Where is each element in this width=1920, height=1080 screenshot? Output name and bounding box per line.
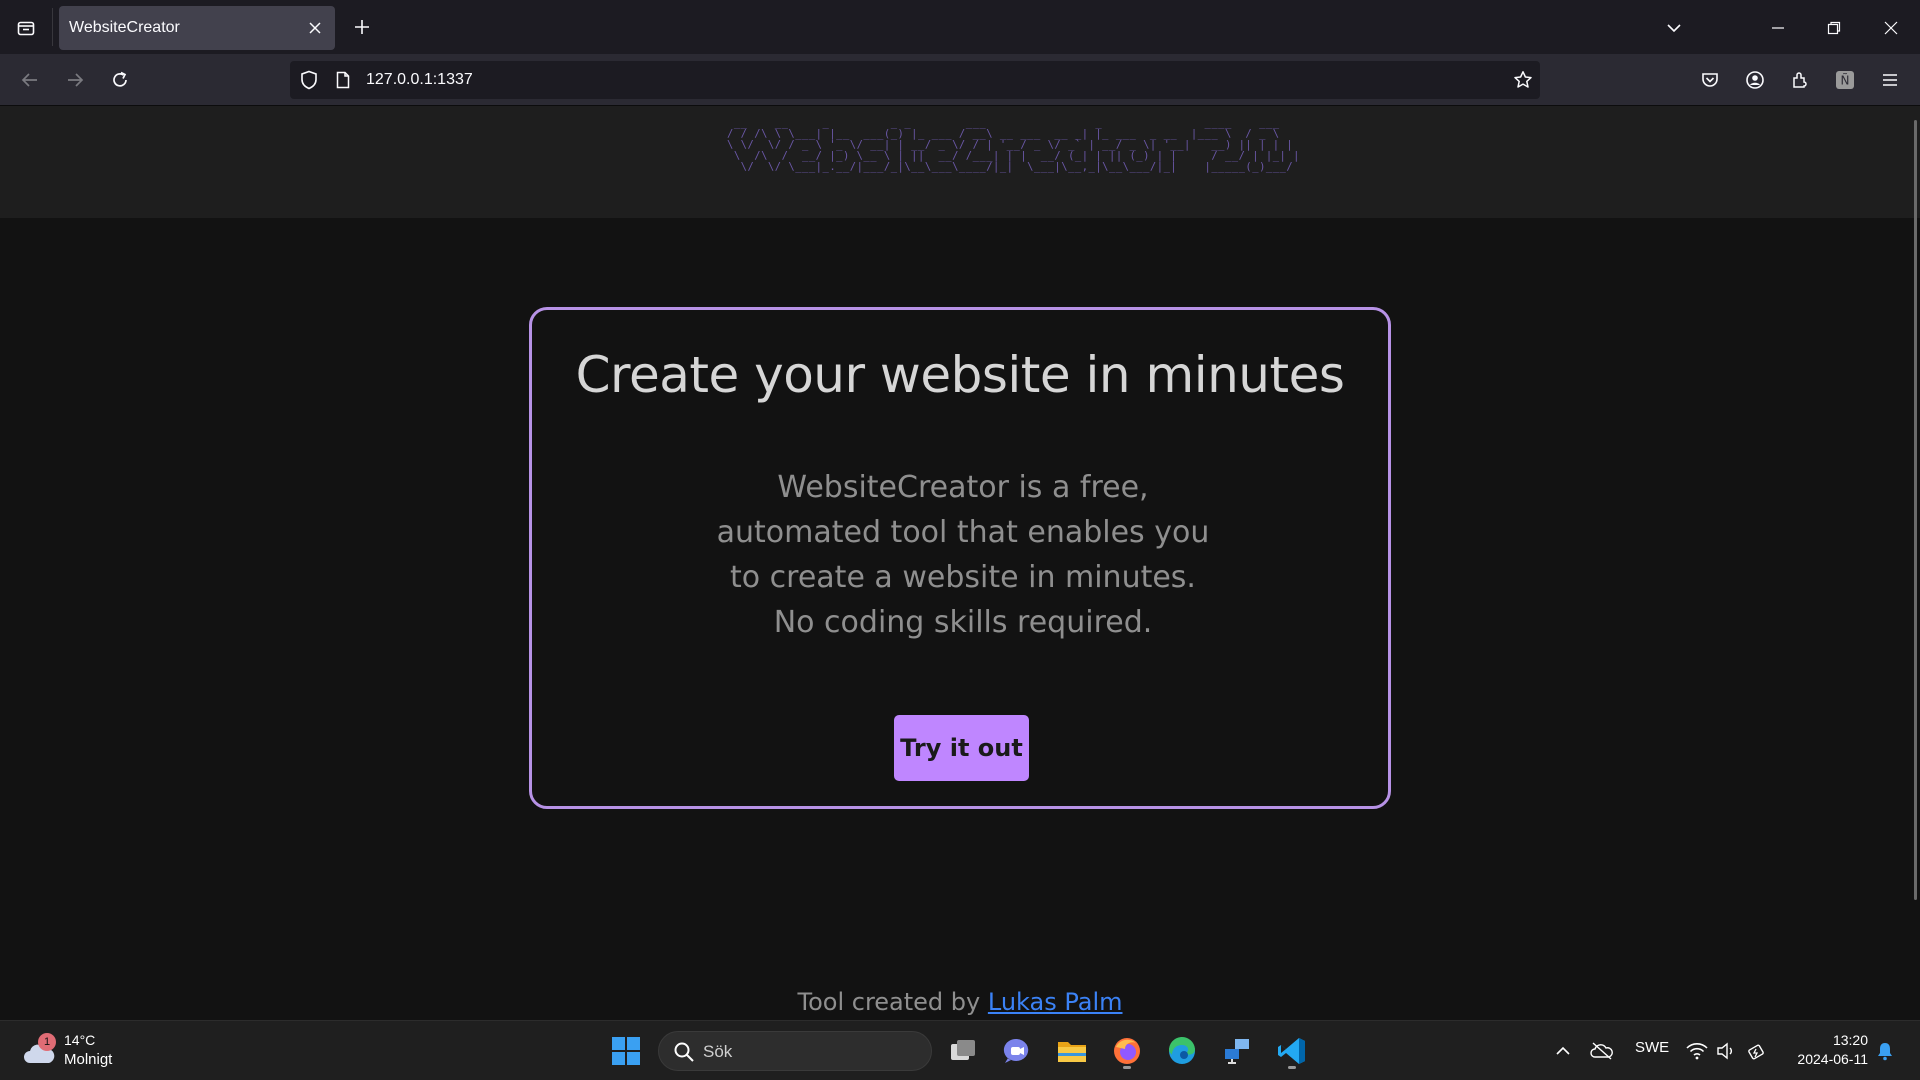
weather-alert-badge: 1 (38, 1033, 56, 1051)
minimize-icon[interactable] (1762, 12, 1794, 44)
teams-chat-icon[interactable] (997, 1031, 1037, 1071)
extension-badge-icon[interactable]: Ñ (1829, 64, 1861, 96)
site-header: __ __ _ _ _ ___ _ ____ ___ / / /\ \ \___… (0, 106, 1920, 218)
browser-tab-bar: WebsiteCreator (0, 0, 1920, 54)
notification-bell-icon[interactable] (1865, 1031, 1905, 1071)
tab-title: WebsiteCreator (69, 19, 180, 36)
author-link[interactable]: Lukas Palm (988, 988, 1123, 1016)
clock-time: 13:20 (1832, 1032, 1868, 1048)
vscode-icon[interactable] (1272, 1031, 1312, 1071)
vscode-running-indicator (1288, 1066, 1296, 1069)
forward-arrow-icon[interactable] (59, 64, 91, 96)
task-view-icon[interactable] (943, 1031, 983, 1071)
site-footer: Tool created by Lukas Palm (0, 988, 1920, 1016)
taskbar-search[interactable]: Sök (658, 1031, 932, 1071)
windows-start-icon[interactable] (606, 1031, 646, 1071)
firefox-icon[interactable] (1107, 1031, 1147, 1071)
tab-close-icon[interactable] (305, 18, 325, 38)
firefox-running-indicator (1123, 1066, 1131, 1069)
tab-separator (52, 8, 53, 46)
bookmark-star-icon[interactable] (1512, 69, 1534, 91)
edge-icon[interactable] (1162, 1031, 1202, 1071)
try-it-out-button[interactable]: Try it out (894, 715, 1029, 781)
windows-taskbar: 1 14°C Molnigt Sök SWE 13:20 2024-06-11 (0, 1020, 1920, 1080)
url-text[interactable]: 127.0.0.1:1337 (366, 71, 473, 89)
file-explorer-icon[interactable] (1052, 1031, 1092, 1071)
hamburger-menu-icon[interactable] (1874, 64, 1906, 96)
weather-condition: Molnigt (64, 1051, 113, 1068)
new-tab-plus-icon[interactable] (348, 13, 376, 41)
page-viewport: __ __ _ _ _ ___ _ ____ ___ / / /\ \ \___… (0, 106, 1920, 1020)
search-placeholder: Sök (703, 1042, 733, 1061)
weather-temperature: 14°C (64, 1032, 96, 1048)
keyboard-language[interactable]: SWE (1635, 1039, 1669, 1056)
system-clock[interactable]: 13:20 2024-06-11 (1797, 1031, 1868, 1069)
ascii-logo: __ __ _ _ _ ___ _ ____ ___ / / /\ \ \___… (727, 117, 1301, 173)
battery-charging-icon[interactable] (1737, 1031, 1777, 1071)
reload-icon[interactable] (104, 64, 136, 96)
onedrive-offline-icon[interactable] (1582, 1031, 1622, 1071)
browser-tab-active[interactable]: WebsiteCreator (59, 6, 335, 50)
tab-list-icon[interactable] (10, 12, 42, 44)
scrollbar[interactable] (1914, 120, 1917, 900)
close-window-icon[interactable] (1875, 12, 1907, 44)
browser-nav-bar: 127.0.0.1:1337 Ñ (0, 54, 1920, 106)
page-info-icon[interactable] (332, 69, 354, 91)
hero-description: WebsiteCreator is a free, automated tool… (716, 470, 1210, 640)
extensions-icon[interactable] (1784, 64, 1816, 96)
clock-date: 2024-06-11 (1797, 1051, 1868, 1067)
shield-icon[interactable] (298, 69, 320, 91)
address-bar[interactable]: 127.0.0.1:1337 (290, 61, 1540, 99)
svg-text:Ñ: Ñ (1841, 73, 1850, 88)
weather-widget[interactable]: 1 14°C Molnigt (20, 1031, 140, 1071)
pocket-icon[interactable] (1694, 64, 1726, 96)
account-icon[interactable] (1739, 64, 1771, 96)
back-arrow-icon[interactable] (14, 64, 46, 96)
search-icon (674, 1042, 694, 1062)
hero-card: Create your website in minutes WebsiteCr… (529, 307, 1391, 809)
tray-overflow-chevron-icon[interactable] (1543, 1031, 1583, 1071)
restore-icon[interactable] (1818, 12, 1850, 44)
list-all-tabs-chevron-icon[interactable] (1658, 12, 1690, 44)
hero-headline: Create your website in minutes (575, 346, 1345, 404)
footer-prefix: Tool created by (797, 988, 981, 1016)
remote-desktop-icon[interactable] (1217, 1031, 1257, 1071)
